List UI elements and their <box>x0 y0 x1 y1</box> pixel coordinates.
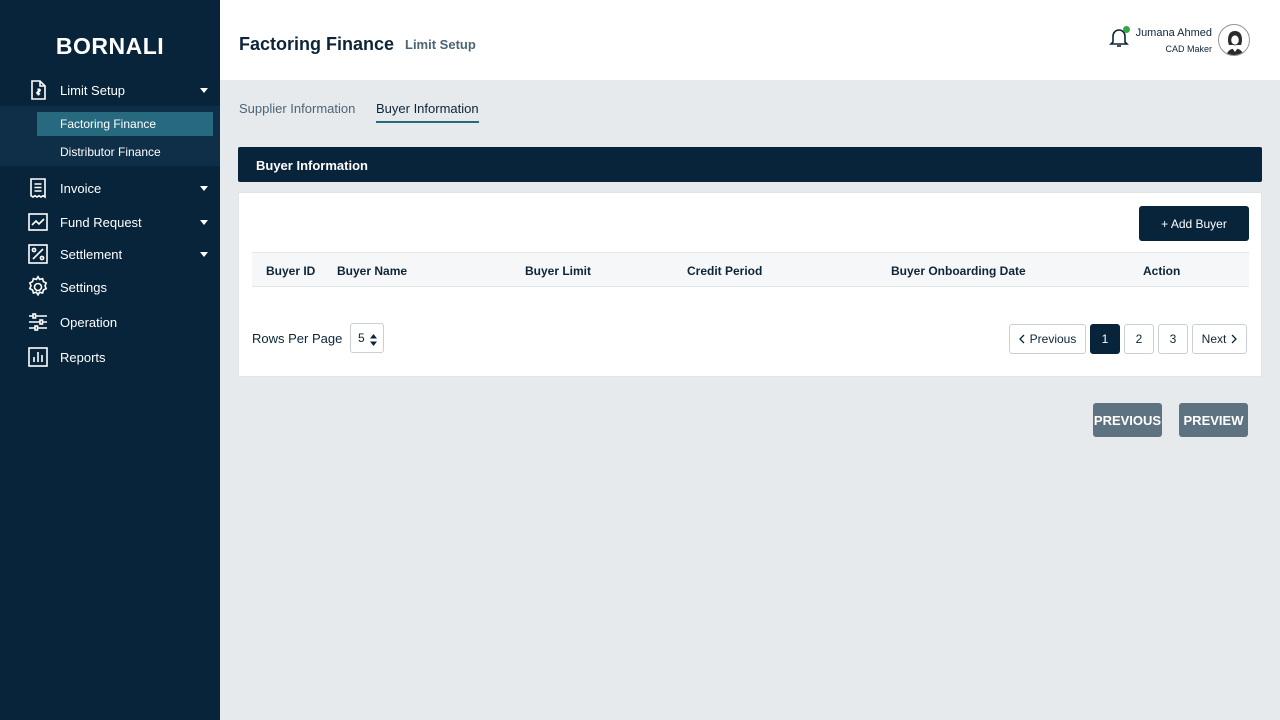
pagination-next-button[interactable]: Next <box>1192 324 1247 354</box>
brand-logo: BORNALI <box>55 33 165 59</box>
rows-per-page-select[interactable]: 5 <box>350 323 384 353</box>
section-title: Buyer Information <box>256 158 368 173</box>
add-buyer-button[interactable]: + Add Buyer <box>1139 206 1249 241</box>
section-header: Buyer Information <box>238 147 1262 182</box>
column-header-action: Action <box>1143 264 1181 278</box>
sidebar-item-invoice[interactable]: Invoice <box>0 173 220 203</box>
chevron-right-icon <box>1231 334 1238 344</box>
column-header-buyer-name: Buyer Name <box>337 264 408 278</box>
sidebar-item-settings[interactable]: Settings <box>0 272 220 302</box>
sidebar-item-label: Limit Setup <box>60 82 126 98</box>
sidebar-item-limit-setup[interactable]: Limit Setup <box>0 75 220 105</box>
receipt-icon <box>26 176 50 200</box>
preview-button[interactable]: PREVIEW <box>1179 403 1248 437</box>
bar-chart-icon <box>26 345 50 369</box>
sidebar: BORNALI Limit Setup Factoring Finance Di… <box>0 0 220 720</box>
chevron-down-icon <box>200 185 208 191</box>
sidebar-item-label: Invoice <box>60 180 102 196</box>
notification-dot <box>1123 26 1130 33</box>
column-header-credit-period: Credit Period <box>687 264 763 278</box>
sidebar-submenu: Factoring Finance Distributor Finance <box>0 106 220 166</box>
pagination-page-3[interactable]: 3 <box>1158 324 1188 354</box>
column-header-buyer-limit: Buyer Limit <box>525 264 592 278</box>
pagination-next-label: Next <box>1201 332 1227 346</box>
sidebar-item-fund-request[interactable]: Fund Request <box>0 207 220 237</box>
avatar[interactable] <box>1218 24 1250 56</box>
breadcrumb[interactable]: Limit Setup <box>405 37 476 52</box>
buyer-table-panel: + Add Buyer Buyer ID Buyer Name Buyer Li… <box>238 192 1262 377</box>
pagination-page-1[interactable]: 1 <box>1090 324 1120 354</box>
chevron-down-icon <box>200 87 208 93</box>
sliders-icon <box>26 310 50 334</box>
chart-up-icon <box>26 210 50 234</box>
sidebar-item-label: Reports <box>60 349 106 365</box>
sidebar-item-settlement[interactable]: Settlement <box>0 239 220 269</box>
sidebar-item-reports[interactable]: Reports <box>0 342 220 372</box>
table-header: Buyer ID Buyer Name Buyer Limit Credit P… <box>252 252 1249 287</box>
sidebar-item-operation[interactable]: Operation <box>0 307 220 337</box>
sidebar-item-label: Settings <box>60 279 107 295</box>
page-title: Factoring Finance <box>239 34 395 54</box>
user-role: CAD Maker <box>1165 44 1212 54</box>
tab-buyer-information[interactable]: Buyer Information <box>376 101 479 123</box>
sidebar-item-label: Settlement <box>60 246 123 262</box>
sort-arrows-icon <box>370 333 377 346</box>
sidebar-subitem-factoring-finance[interactable]: Factoring Finance <box>37 112 213 136</box>
previous-button[interactable]: PREVIOUS <box>1093 403 1162 437</box>
percent-icon <box>26 242 50 266</box>
top-header: Factoring Finance Limit Setup Jumana Ahm… <box>220 0 1280 80</box>
sidebar-item-label: Operation <box>60 314 118 330</box>
tab-supplier-information[interactable]: Supplier Information <box>239 101 355 121</box>
chevron-left-icon <box>1018 334 1025 344</box>
sidebar-item-label: Fund Request <box>60 214 142 230</box>
chevron-down-icon <box>200 251 208 257</box>
rows-per-page-value: 5 <box>358 331 365 345</box>
sidebar-subitem-distributor-finance[interactable]: Distributor Finance <box>37 140 213 164</box>
pagination-previous-label: Previous <box>1029 332 1077 346</box>
rows-per-page-label: Rows Per Page <box>252 331 343 346</box>
pagination-page-2[interactable]: 2 <box>1124 324 1154 354</box>
pagination-previous-button[interactable]: Previous <box>1009 324 1086 354</box>
gear-icon <box>26 275 50 299</box>
user-name: Jumana Ahmed <box>1135 27 1212 39</box>
file-money-icon <box>26 78 50 102</box>
chevron-down-icon <box>200 219 208 225</box>
column-header-onboarding-date: Buyer Onboarding Date <box>891 264 1026 278</box>
column-header-buyer-id: Buyer ID <box>266 264 316 278</box>
